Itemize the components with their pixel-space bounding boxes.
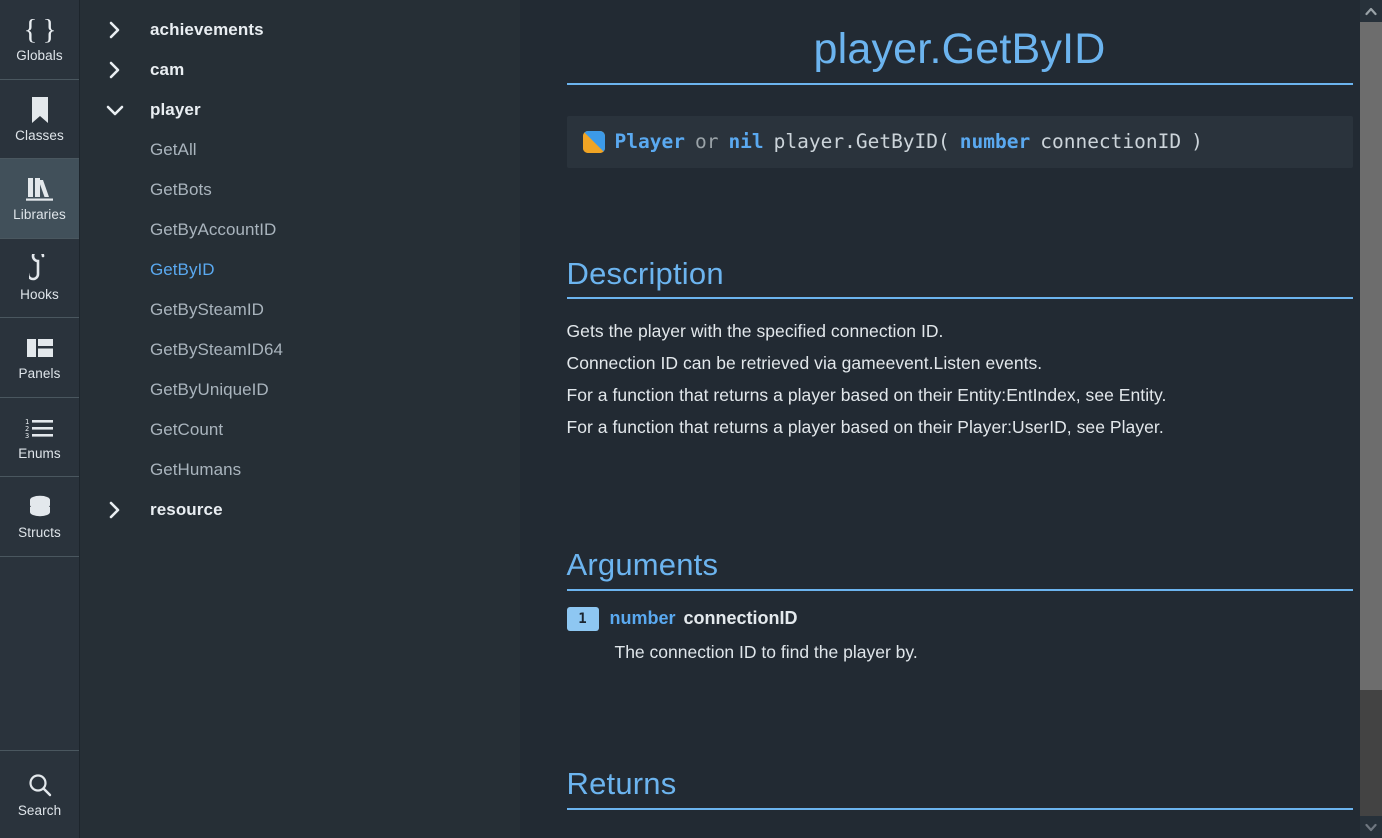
description-line: For a function that returns a player bas… (566, 385, 1167, 406)
argument-name: connectionID (683, 608, 798, 629)
rail-label-classes: Classes (15, 127, 64, 143)
chevron-right-icon[interactable] (80, 21, 150, 39)
rail-item-classes[interactable]: Classes (0, 80, 79, 159)
rail-label-structs: Structs (18, 525, 61, 540)
rail-item-structs[interactable]: Structs (0, 477, 79, 557)
tree-label: GetBySteamID (150, 300, 264, 319)
tree-label: GetHumans (150, 460, 242, 479)
tree-label: achievements (150, 20, 264, 39)
rail-item-hooks[interactable]: Hooks (0, 239, 79, 318)
section-heading-arguments: Arguments (566, 547, 1353, 591)
rail-label-panels: Panels (18, 366, 61, 381)
signature-arg-name: connectionID (1040, 130, 1182, 154)
signature-call: player.GetByID( (773, 130, 950, 154)
chevron-right-icon[interactable] (80, 61, 150, 79)
scroll-up-button[interactable] (1360, 0, 1382, 22)
description-body: Gets the player with the specified conne… (567, 315, 1353, 443)
signature-or-keyword: or (694, 130, 719, 154)
tree-label: cam (150, 60, 185, 79)
signature-return-type: Player (614, 130, 685, 154)
rail-label-hooks: Hooks (20, 286, 59, 302)
tree-group-resource[interactable]: resource (80, 490, 520, 530)
arguments-body: 1 number connectionID The connection ID … (566, 606, 1353, 665)
signature-nil-type: nil (728, 130, 764, 154)
rail-item-libraries[interactable]: Libraries (0, 159, 79, 239)
tree-group-cam[interactable]: cam (80, 50, 520, 90)
section-heading-description: Description (566, 256, 1353, 300)
signature-close-paren: ) (1191, 130, 1203, 154)
tree-item-getbysteamid64[interactable]: GetBySteamID64 (80, 330, 520, 370)
list-icon: 1 2 3 (25, 414, 55, 442)
rail-label-libraries: Libraries (13, 207, 66, 222)
rail-spacer (0, 557, 79, 751)
panels-icon (26, 334, 54, 362)
chevron-down-icon (1365, 823, 1377, 832)
rail-item-search[interactable]: Search (0, 750, 79, 838)
scrollbar-thumb[interactable] (1360, 22, 1382, 690)
argument-entry: 1 number connectionID The connection ID … (566, 606, 1353, 665)
tree-item-getcount[interactable]: GetCount (80, 410, 520, 450)
rail-item-globals[interactable]: { } Globals (0, 0, 79, 80)
page-title: player.GetByID (566, 25, 1353, 86)
scroll-down-button[interactable] (1360, 816, 1382, 838)
chevron-right-icon[interactable] (80, 501, 150, 519)
tree-item-getbyaccountid[interactable]: GetByAccountID (80, 210, 520, 250)
tree-label: GetCount (150, 420, 224, 439)
tree-item-getbysteamid[interactable]: GetBySteamID (80, 290, 520, 330)
tree-label: GetByUniqueID (150, 380, 269, 399)
rail-item-enums[interactable]: 1 2 3 Enums (0, 398, 79, 477)
tree-group-player[interactable]: player (80, 90, 520, 130)
description-line: Connection ID can be retrieved via gamee… (566, 353, 1043, 374)
book-icon (28, 96, 52, 124)
shared-realm-icon (582, 130, 605, 153)
navigation-tree: achievements cam player GetAll GetBots G… (80, 0, 520, 838)
documentation-content: player.GetByID Player or nil player.GetB… (520, 0, 1382, 838)
tree-item-getbyid[interactable]: GetByID (80, 250, 520, 290)
tree-item-getbyuniqueid[interactable]: GetByUniqueID (80, 370, 520, 410)
hook-icon (28, 253, 51, 283)
argument-type: number (609, 608, 676, 629)
rail-label-enums: Enums (18, 445, 61, 461)
tree-group-achievements[interactable]: achievements (80, 10, 520, 50)
tree-item-getbots[interactable]: GetBots (80, 170, 520, 210)
rail-label-search: Search (17, 803, 62, 819)
tree-label: GetBots (150, 180, 212, 199)
section-heading-returns: Returns (566, 766, 1353, 811)
argument-description: The connection ID to find the player by. (614, 641, 918, 662)
database-icon (26, 493, 54, 521)
library-icon (25, 175, 55, 203)
tree-label: player (150, 100, 201, 119)
signature-arg-type: number (959, 130, 1031, 154)
primary-nav-rail: { } Globals Classes Libraries Hooks Pane… (0, 0, 80, 838)
tree-label: resource (150, 500, 223, 519)
vertical-scrollbar[interactable] (1360, 0, 1382, 838)
tree-label: GetBySteamID64 (150, 340, 283, 359)
description-line: Gets the player with the specified conne… (566, 321, 944, 342)
documentation-window: { } Globals Classes Libraries Hooks Pane… (0, 0, 1382, 838)
rail-label-globals: Globals (16, 48, 63, 63)
svg-text:3: 3 (25, 432, 29, 439)
argument-index-badge: 1 (566, 606, 599, 631)
content-column: player.GetByID Player or nil player.GetB… (566, 0, 1353, 811)
tree-label: GetAll (150, 140, 197, 159)
chevron-down-icon[interactable] (80, 103, 150, 117)
search-icon (27, 771, 53, 799)
braces-icon: { } (23, 13, 56, 46)
tree-label: GetByAccountID (150, 220, 277, 239)
tree-item-gethumans[interactable]: GetHumans (80, 450, 520, 490)
tree-item-getall[interactable]: GetAll (80, 130, 520, 170)
description-line: For a function that returns a player bas… (566, 417, 1164, 438)
function-signature: Player or nil player.GetByID( number conn… (566, 116, 1353, 168)
rail-item-panels[interactable]: Panels (0, 318, 79, 398)
tree-label: GetByID (150, 260, 215, 279)
argument-header: 1 number connectionID (566, 606, 1353, 631)
chevron-up-icon (1365, 7, 1377, 16)
